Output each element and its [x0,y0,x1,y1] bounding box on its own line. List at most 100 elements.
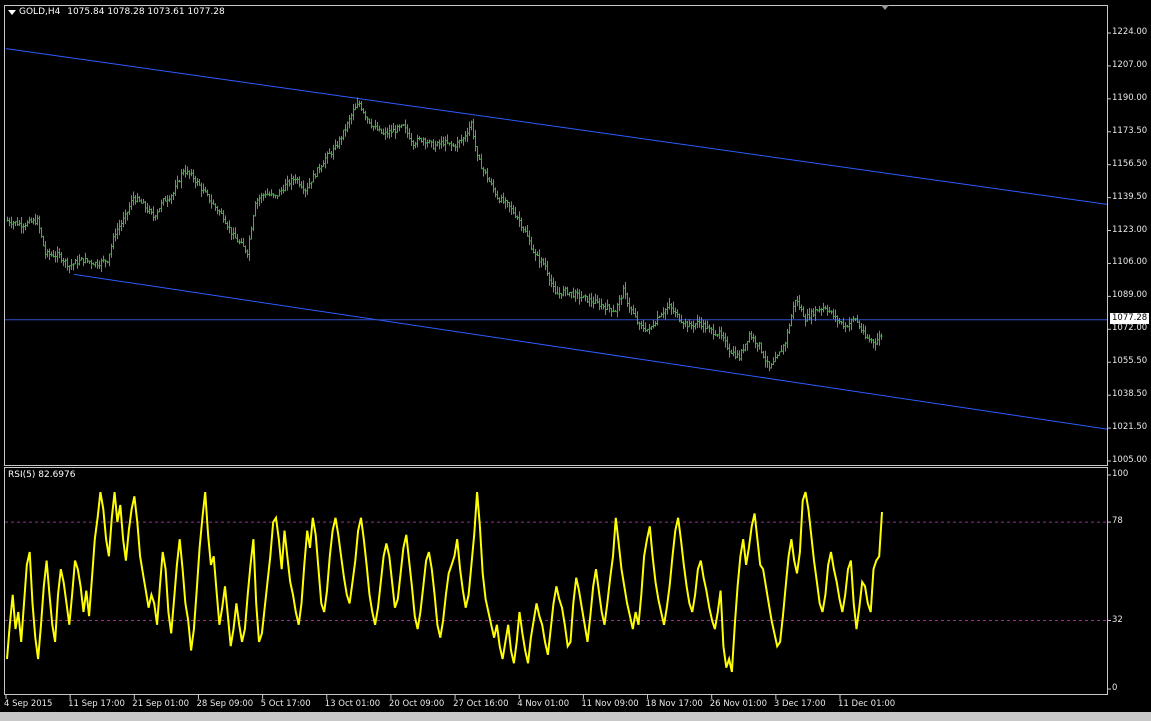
ohlc-bar [796,295,799,307]
ohlc-bar [102,255,105,263]
ohlc-bar [284,179,287,192]
ohlc-bar [38,215,41,234]
ohlc-bar [692,320,695,333]
ohlc-bar [754,335,757,349]
ohlc-bar [356,97,359,109]
ohlc-bar [496,190,499,200]
ohlc-bar [258,194,261,207]
ohlc-bar [714,330,717,336]
ohlc-bar [838,318,841,324]
ohlc-bar [564,286,567,297]
ohlc-bar [432,139,435,150]
ohlc-bar [134,194,137,205]
ohlc-low: 1073.61 [147,7,185,17]
chart-header: GOLD,H4 1075.84 1078.28 1073.61 1077.28 [19,7,225,17]
ohlc-bar [524,226,527,233]
ohlc-bar [172,191,175,201]
ohlc-bar [700,317,703,330]
chart-tabs-strip[interactable] [0,712,1151,721]
ohlc-bar [392,122,395,133]
ohlc-bar [638,321,641,331]
ohlc-bar [734,346,737,360]
ohlc-bar [274,194,277,199]
price-axis-label: 1106.00 [1112,257,1148,268]
chart-menu-arrow-icon[interactable] [8,10,16,15]
ohlc-bar [286,175,289,191]
ohlc-bar [310,181,313,189]
ohlc-bar [680,314,683,324]
time-axis-label: 4 Sep 2015 [4,699,53,709]
ohlc-bar [464,131,467,142]
ohlc-bar [492,179,495,193]
ohlc-bar [90,259,93,270]
ohlc-bar [100,258,103,273]
chart-canvas[interactable] [0,0,1151,721]
price-axis-label: 1190.00 [1112,92,1148,103]
ohlc-bar [448,142,451,146]
ohlc-bar [20,216,23,234]
ohlc-bar [144,201,147,213]
ohlc-bar [62,257,65,267]
ohlc-bar [698,316,701,328]
ohlc-bar [774,351,777,363]
ohlc-bar [190,169,193,177]
rsi-axis-label: 100 [1112,469,1129,479]
time-axis-label: 11 Sep 17:00 [68,699,125,709]
ohlc-bar [814,306,817,322]
ohlc-bar [718,326,721,340]
ohlc-bar [484,169,487,175]
ohlc-bar [586,295,589,304]
time-axis-label: 20 Oct 09:00 [388,699,445,709]
ohlc-bar [384,127,387,140]
ohlc-bar [436,141,439,147]
ohlc-bar [764,350,767,368]
ohlc-bar [420,137,423,143]
ohlc-bar [778,351,781,356]
ohlc-bar [556,286,559,295]
ohlc-bar [710,327,713,335]
ohlc-bar [308,177,311,189]
ohlc-bar [294,174,297,184]
ohlc-bar [776,354,779,359]
ohlc-bar [66,257,69,271]
time-axis-label: 4 Nov 01:00 [517,699,570,709]
ohlc-bar [510,201,513,215]
mt4-chart-window[interactable]: GOLD,H4 1075.84 1078.28 1073.61 1077.28 … [0,0,1151,721]
ohlc-bar [150,208,153,215]
ohlc-bar [738,350,741,362]
ohlc-bar [676,309,679,318]
chart-shift-marker-icon[interactable] [881,5,889,10]
ohlc-bar [756,342,759,352]
ohlc-bar [646,328,649,332]
ohlc-bar [830,310,833,315]
price-axis-label: 1156.50 [1112,158,1148,169]
ohlc-bar [880,333,883,340]
time-axis-label: 18 Nov 17:00 [645,699,703,709]
ohlc-bar [818,306,821,313]
ohlc-bar [624,281,627,300]
ohlc-bar [440,136,443,149]
ohlc-bar [476,146,479,162]
ohlc-bar [572,287,575,299]
ohlc-bar [30,217,33,223]
ohlc-bar [202,183,205,194]
ohlc-bar [552,277,555,293]
ohlc-bar [810,308,813,325]
ohlc-bar [316,167,319,178]
ohlc-bar [234,227,237,239]
ohlc-bar [346,121,349,133]
ohlc-bar [158,207,161,213]
ohlc-bar [416,134,419,148]
ohlc-bar [192,169,195,183]
ohlc-bar [504,197,507,209]
time-axis-label: 11 Dec 01:00 [838,699,896,709]
ohlc-bar [74,258,77,265]
ohlc-bar [58,248,61,259]
ohlc-bar [334,139,337,151]
ohlc-bar [32,217,35,225]
ohlc-bar [350,113,353,125]
ohlc-bar [122,211,125,228]
ohlc-bar [538,249,541,269]
ohlc-bar [50,251,53,257]
ohlc-bar [548,271,551,287]
